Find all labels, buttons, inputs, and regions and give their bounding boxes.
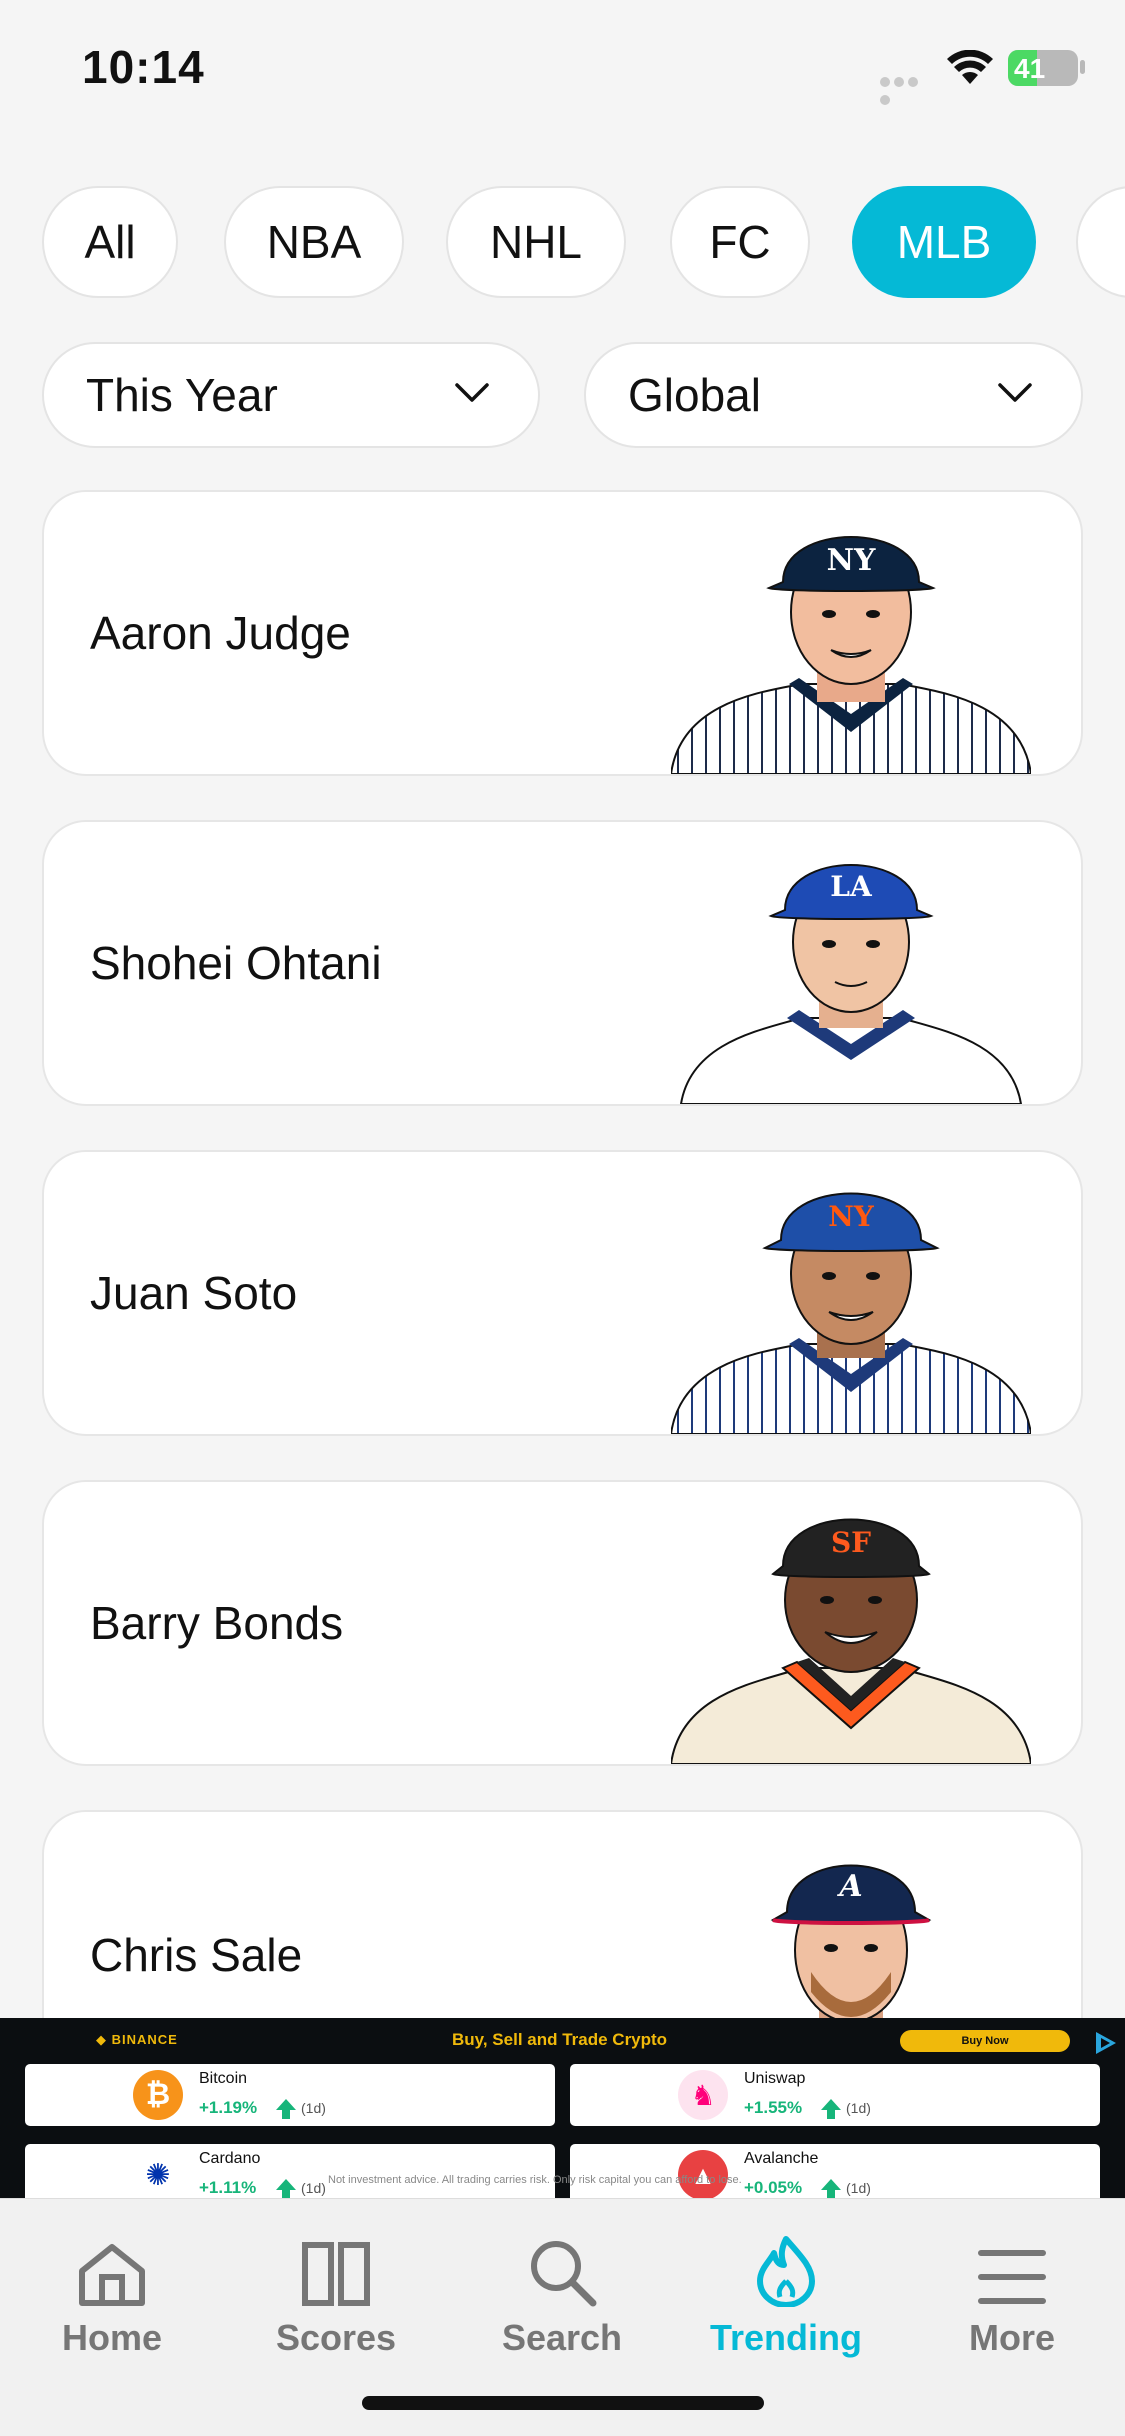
nav-trending[interactable]: Trending [686,2229,886,2359]
chevron-down-icon [998,383,1032,402]
player-card-aaron-judge[interactable]: Aaron Judge NY [42,490,1083,776]
coin-name: Uniswap [744,2070,806,2087]
arrow-up-icon [276,2179,296,2198]
nav-home[interactable]: Home [12,2229,212,2359]
coin-period: (1d) [846,2100,871,2116]
nav-scores-label: Scores [275,2317,397,2358]
team-logo: A [836,1869,862,1904]
period-dropdown[interactable]: This Year [42,342,540,448]
ad-disclaimer: Not investment advice. All trading carri… [328,2174,742,2186]
battery-tip [1080,60,1085,74]
nav-search-label: Search [501,2317,623,2358]
coin-change: +1.55% [744,2098,803,2117]
status-bar: 10:14 41 [0,0,1125,130]
cardano-icon: ✺ [133,2150,183,2198]
coin-period: (1d) [301,2100,326,2116]
player-name: Chris Sale [90,1929,303,1981]
team-logo: LA [830,870,873,903]
nav-more[interactable]: More [912,2229,1112,2359]
tab-all[interactable]: All [42,186,178,298]
coin-name: Avalanche [744,2150,819,2167]
tab-nhl[interactable]: NHL [446,186,626,298]
menu-icon [978,2250,1046,2304]
player-card-barry-bonds[interactable]: Barry Bonds SF [42,1480,1083,1766]
coin-period: (1d) [846,2180,871,2196]
coin-change: +1.19% [199,2098,258,2117]
coin-name: Bitcoin [199,2070,248,2087]
nav-scores[interactable]: Scores [236,2229,436,2359]
tab-nba[interactable]: NBA [224,186,404,298]
player-portrait-image: LA [679,864,1023,1104]
coin-tile-uniswap[interactable]: ♞ Uniswap +1.55% (1d) [570,2064,1100,2126]
coin-name: Cardano [199,2150,261,2167]
search-icon [531,2241,597,2307]
ad-brand-logo: ◆ BINANCE [96,2032,178,2047]
chevron-down-icon [455,383,489,402]
wifi-icon [947,50,993,84]
nav-home-label: Home [61,2317,163,2358]
player-name: Aaron Judge [90,607,351,659]
player-portrait-image: NY [671,536,1031,774]
player-portrait-image: SF [671,1518,1031,1764]
player-name: Barry Bonds [90,1597,344,1649]
adchoices-icon[interactable] [1092,2030,1120,2056]
flame-icon [757,2236,815,2307]
period-dropdown-value: This Year [86,369,278,421]
bitcoin-icon: ₿ [133,2070,183,2120]
player-card-shohei-ohtani[interactable]: Shohei Ohtani LA [42,820,1083,1106]
player-name: Juan Soto [90,1267,298,1319]
player-portrait-image: NY [671,1192,1031,1434]
battery-level: 41 [1014,53,1046,84]
nav-more-label: More [968,2317,1055,2358]
arrow-up-icon [821,2099,841,2119]
team-logo: NY [827,543,876,578]
tab-mlb[interactable]: MLB [852,186,1036,298]
ad-buy-now-button[interactable]: Buy Now [900,2030,1070,2052]
region-dropdown-value: Global [628,369,761,421]
arrow-up-icon [276,2099,296,2119]
coin-tile-bitcoin[interactable]: ₿ Bitcoin +1.19% (1d) [25,2064,555,2126]
home-icon [79,2244,145,2306]
player-name: Shohei Ohtani [90,937,382,989]
coin-tile-cardano[interactable]: ✺ Cardano +1.11% (1d) [25,2144,555,2198]
nav-trending-label: Trending [710,2317,862,2358]
coin-change: +0.05% [744,2178,803,2197]
team-logo: NY [828,1200,875,1233]
crypto-ad-banner[interactable]: ◆ BINANCE Buy, Sell and Trade Crypto Buy… [0,2018,1125,2198]
ad-headline: Buy, Sell and Trade Crypto [452,2030,668,2049]
tab-fc[interactable]: FC [670,186,810,298]
sport-tabs: All NBA NHL FC MLB N [42,186,1125,298]
status-time: 10:14 [82,41,205,93]
region-dropdown[interactable]: Global [584,342,1083,448]
nav-search[interactable]: Search [462,2229,662,2359]
uniswap-icon: ♞ [678,2070,728,2120]
coin-tile-avalanche[interactable]: ▲ Avalanche +0.05% (1d) [570,2144,1100,2198]
coin-period: (1d) [301,2180,326,2196]
ad-brand: BINANCE [111,2032,178,2047]
battery-icon: 41 [1008,50,1078,86]
home-indicator[interactable] [362,2396,764,2410]
scores-icon [302,2242,370,2306]
team-logo: SF [831,1526,871,1559]
coin-change: +1.11% [199,2178,257,2197]
tab-next[interactable]: N [1076,186,1125,298]
signal-icon [880,74,934,105]
player-card-juan-soto[interactable]: Juan Soto NY [42,1150,1083,1436]
arrow-up-icon [821,2179,841,2198]
